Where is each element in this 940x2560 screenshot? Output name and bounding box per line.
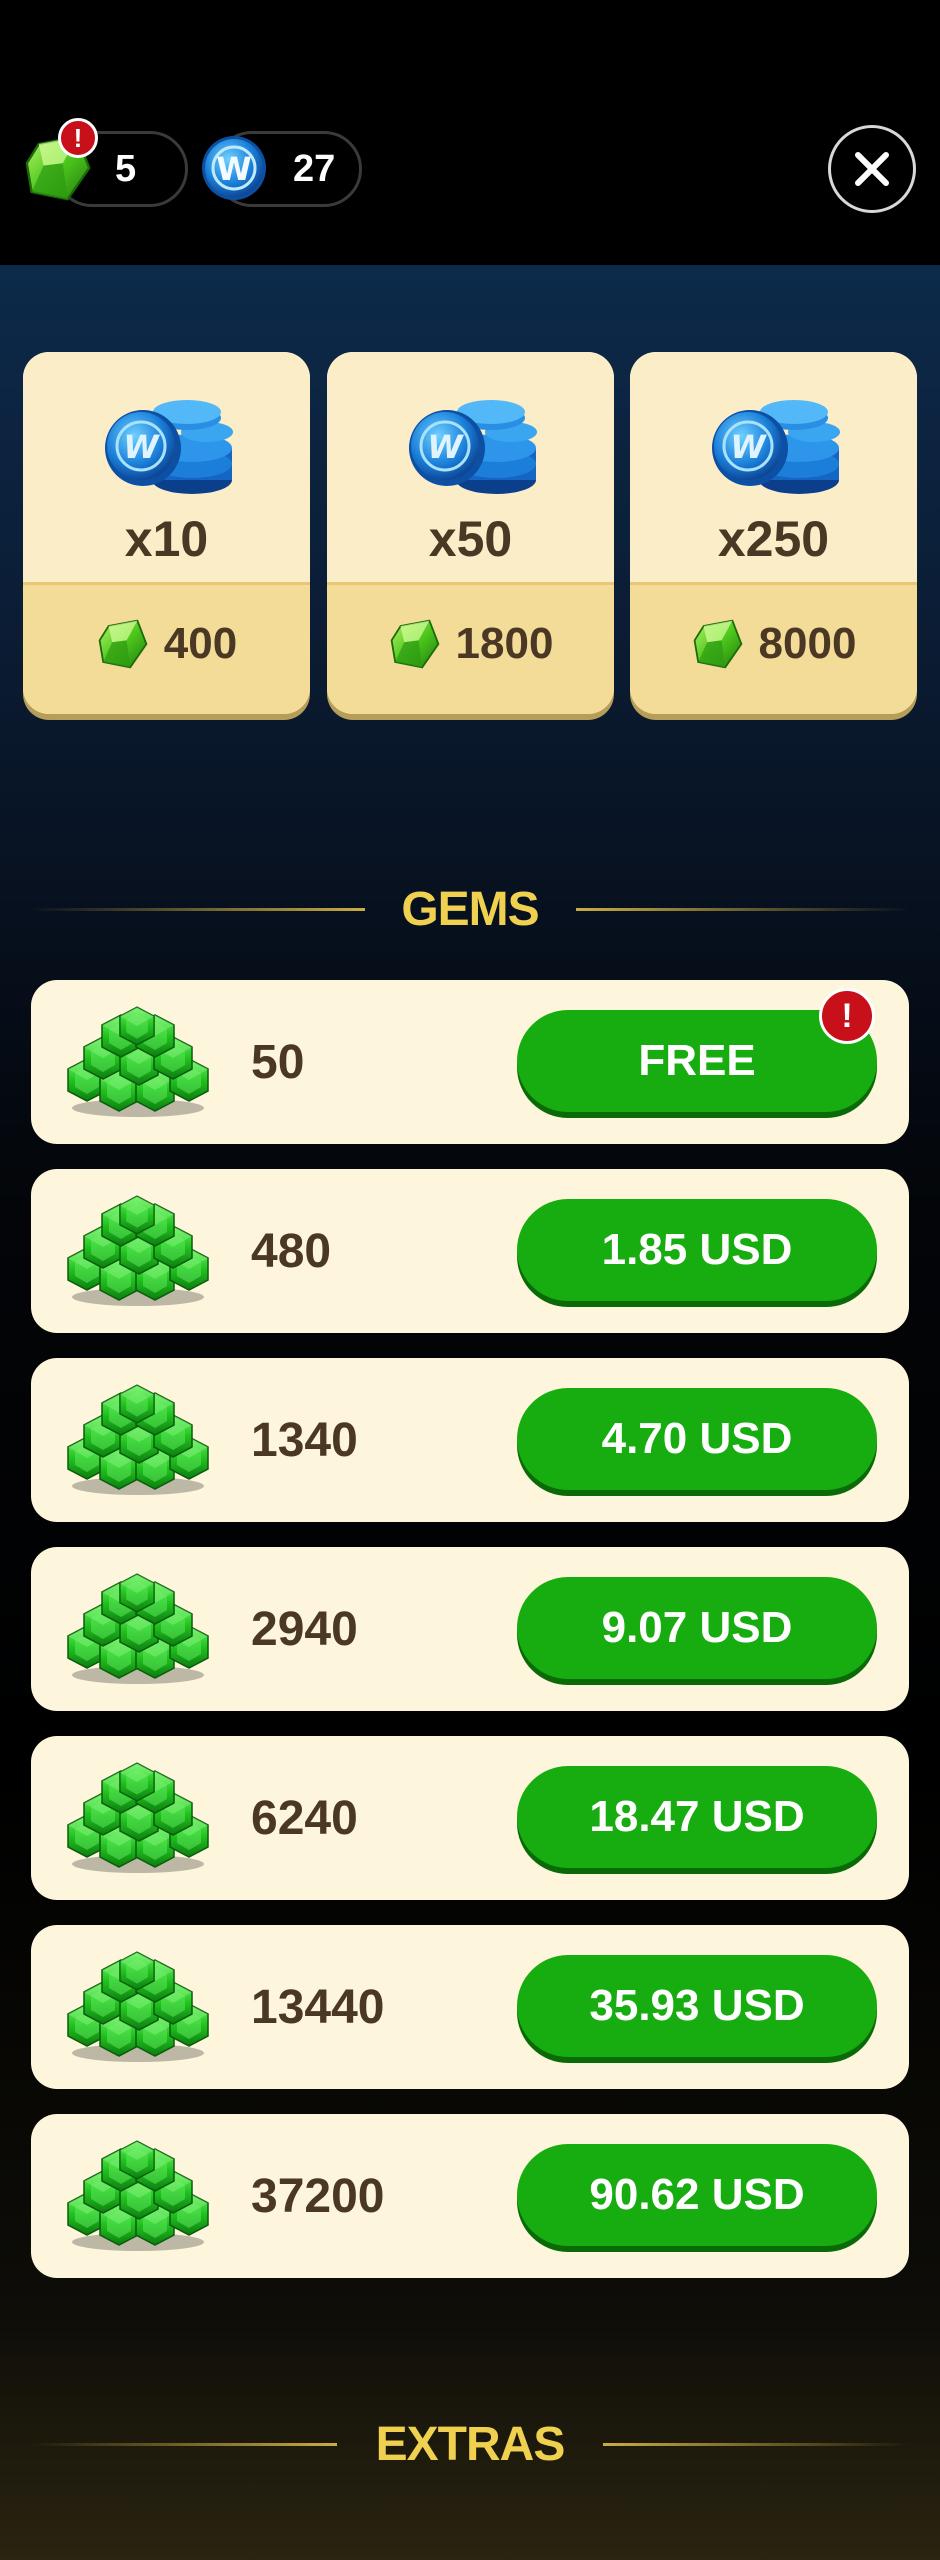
w-coin-bundle-card[interactable]: x50 1800 [327, 352, 614, 714]
buy-button[interactable]: 18.47 USD [517, 1766, 877, 1868]
bundle-quantity: x250 [717, 511, 830, 567]
gem-pile-icon [63, 1006, 213, 1118]
buy-button[interactable]: 1.85 USD [517, 1199, 877, 1301]
gem-icon [388, 617, 442, 671]
gem-icon [691, 617, 745, 671]
gem-amount: 50 [251, 1035, 305, 1089]
gem-offer-row: 2940 9.07 USD [31, 1547, 909, 1711]
gem-alert-badge: ! [58, 118, 98, 158]
close-icon [855, 152, 889, 186]
w-coin-icon: W [202, 136, 266, 200]
gem-offer-row: 37200 90.62 USD [31, 2114, 909, 2278]
bundle-quantity: x10 [124, 511, 209, 567]
bundle-price: 1800 [327, 614, 614, 674]
w-coin-bundle-card[interactable]: x10 400 [23, 352, 310, 714]
buy-button[interactable]: 4.70 USD [517, 1388, 877, 1490]
w-coin-balance: 27 [293, 147, 336, 190]
gem-pile-icon [63, 1384, 213, 1496]
coin-stack-icon [97, 388, 237, 498]
gem-amount: 480 [251, 1224, 332, 1278]
buy-button[interactable]: 35.93 USD [517, 1955, 877, 2057]
top-bar: 5 ! 27 W [0, 0, 940, 265]
gem-offer-row: 1340 4.70 USD [31, 1358, 909, 1522]
gem-amount: 13440 [251, 1980, 385, 2034]
coin-stack-icon [401, 388, 541, 498]
free-alert-badge: ! [819, 988, 875, 1044]
gem-offer-row: 50 FREE ! [31, 980, 909, 1144]
gem-amount: 2940 [251, 1602, 358, 1656]
gem-balance: 5 [115, 147, 137, 190]
gem-pile-icon [63, 1951, 213, 2063]
gem-amount: 1340 [251, 1413, 358, 1467]
gems-section-title: GEMS [401, 883, 539, 936]
extras-section-title: EXTRAS [375, 2418, 566, 2471]
gem-pile-icon [63, 2140, 213, 2252]
svg-text:W: W [216, 150, 251, 188]
gem-amount: 6240 [251, 1791, 358, 1845]
gem-offer-row: 6240 18.47 USD [31, 1736, 909, 1900]
gem-pile-icon [63, 1195, 213, 1307]
gem-pile-icon [63, 1573, 213, 1685]
gem-offer-row: 13440 35.93 USD [31, 1925, 909, 2089]
buy-button[interactable]: 90.62 USD [517, 2144, 877, 2246]
bundle-price: 8000 [630, 614, 917, 674]
bundle-quantity: x50 [428, 511, 513, 567]
close-button[interactable] [828, 125, 916, 213]
gem-pile-icon [63, 1762, 213, 1874]
w-coin-bundle-card[interactable]: x250 8000 [630, 352, 917, 714]
gem-offer-row: 480 1.85 USD [31, 1169, 909, 1333]
gem-icon [96, 617, 150, 671]
buy-button[interactable]: 9.07 USD [517, 1577, 877, 1679]
coin-stack-icon [704, 388, 844, 498]
bundle-price: 400 [23, 614, 310, 674]
gem-amount: 37200 [251, 2169, 385, 2223]
